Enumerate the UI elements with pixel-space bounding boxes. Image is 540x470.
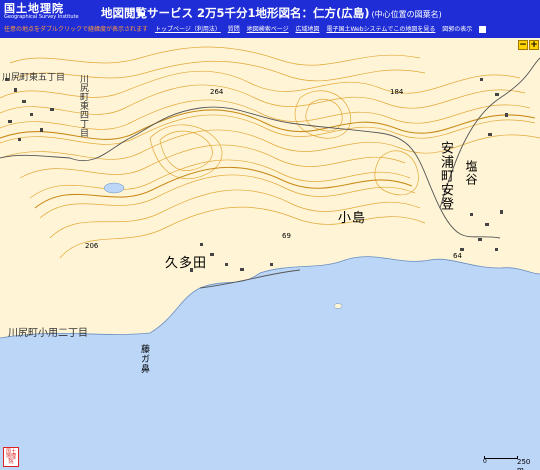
islet: [333, 303, 343, 309]
place-kubota: 久多田: [165, 256, 208, 271]
frame-toggle-label: 図郭の表示: [442, 26, 473, 33]
page-title: 地図閲覧サービス 2万5千分1地形図名：仁方(広島) (中心位置の図葉名): [101, 5, 442, 21]
place-fujigahana: 藤ガ鼻: [139, 344, 149, 374]
elevation-69: 69: [282, 232, 291, 240]
title-subtitle: (中心位置の図葉名): [371, 10, 442, 19]
nav-bar: 任意の地点をダブルクリックで経緯度が表示されます トップページ（利用法） 質問 …: [4, 24, 536, 36]
nav-link-top[interactable]: トップページ（利用法）: [155, 26, 221, 33]
nav-link-wide-map[interactable]: 広域地図: [296, 26, 320, 33]
scale-zero: 0: [483, 458, 487, 465]
pond: [103, 182, 125, 194]
scale-bar: 0 250 m: [483, 454, 535, 470]
title-text: 地図閲覧サービス 2万5千分1地形図名：仁方(広島): [101, 6, 370, 20]
logo-jp: 国土地理院: [4, 2, 64, 15]
scale-distance: 250 m: [517, 458, 531, 470]
place-kawajiri-higashi5: 川尻町東五丁目: [2, 73, 66, 83]
place-kojima: 小島: [338, 211, 367, 226]
frame-toggle-checkbox[interactable]: [479, 26, 487, 33]
zoom-out-button[interactable]: −: [518, 40, 528, 50]
elevation-184: 184: [390, 88, 404, 96]
gsi-stamp: 国土地理院: [3, 447, 19, 467]
place-kawajiri-koyo: 川尻町小用二丁目: [8, 328, 88, 339]
logo-en: Geographical Survey Institute: [4, 14, 79, 20]
place-kawajiri-higashi4: 川尻町東四丁目: [78, 74, 88, 137]
elevation-264: 264: [210, 88, 224, 96]
scale-bar-line: [484, 456, 518, 459]
place-yasuura-aso: 安浦町安登: [438, 141, 453, 211]
topographic-map[interactable]: − + 安浦町安登 塩谷 小島 久多田 藤ガ鼻 川尻町小用二丁目 川尻町東四丁目…: [0, 38, 540, 470]
elevation-206: 206: [85, 242, 99, 250]
elevation-64: 64: [453, 252, 462, 260]
header-bar: 国土地理院 Geographical Survey Institute 地図閲覧…: [0, 0, 540, 38]
gsi-logo[interactable]: 国土地理院 Geographical Survey Institute: [4, 3, 92, 23]
nav-link-denshi-kokudo[interactable]: 電子国土Webシステムでこの地図を見る: [326, 26, 435, 33]
zoom-in-button[interactable]: +: [529, 40, 539, 50]
nav-link-search[interactable]: 地図検索ページ: [247, 26, 289, 33]
place-shiodani: 塩谷: [464, 160, 478, 186]
dblclick-hint: 任意の地点をダブルクリックで経緯度が表示されます: [4, 26, 149, 33]
nav-link-faq[interactable]: 質問: [228, 26, 240, 33]
